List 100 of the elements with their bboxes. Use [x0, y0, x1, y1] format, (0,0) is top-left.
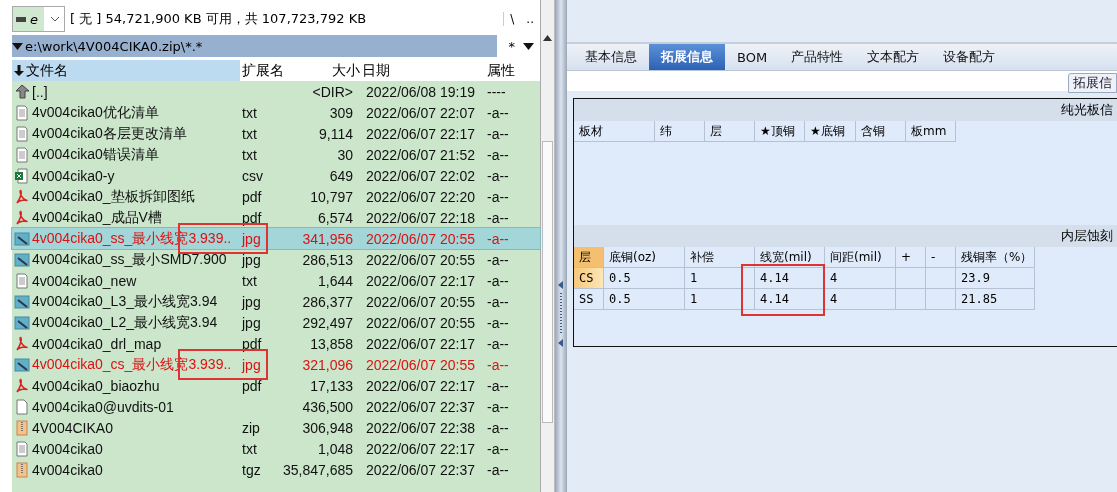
file-date: 2022/06/08 19:19 — [366, 83, 475, 100]
tab[interactable]: 产品特性 — [779, 44, 856, 70]
file-extension: txt — [242, 146, 257, 163]
column-header: 底铜(oz) — [604, 247, 685, 268]
blank-file-icon — [14, 398, 30, 415]
pdf-icon — [14, 209, 30, 226]
file-date: 2022/06/07 22:38 — [366, 419, 475, 436]
file-date: 2022/06/07 22:20 — [366, 188, 475, 205]
file-row[interactable]: 4v004cika0优化清单 txt 309 2022/06/07 22:07 -a-- — [12, 102, 540, 123]
column-header: 板mm — [906, 121, 956, 142]
file-row[interactable]: 4v004cika0_L2_最小线宽3.94 jpg 292,497 2022/06/07 20:55 -a-- — [12, 312, 540, 333]
drive-label: e — [13, 7, 44, 31]
dropdown-icon — [12, 42, 23, 50]
file-size: 1,048 — [317, 440, 353, 457]
file-row[interactable]: [..] <DIR> 2022/06/08 19:19 ---- — [12, 81, 540, 102]
file-date: 2022/06/07 22:18 — [366, 209, 475, 226]
image-file-icon — [14, 251, 30, 268]
file-row[interactable]: 4v004cika0@uvdits-01 436,500 2022/06/07 22:37 -a-- — [12, 396, 540, 417]
tab-button[interactable]: 拓展信 — [1068, 73, 1117, 93]
file-name: 4v004cika0_L2_最小线宽3.94 — [32, 313, 218, 332]
file-size: 6,574 — [317, 209, 353, 226]
column-header[interactable]: 扩展名 — [240, 60, 296, 81]
file-extension: jpg — [242, 230, 261, 247]
file-date: 2022/06/07 22:17 — [366, 272, 475, 289]
file-date: 2022/06/07 20:55 — [366, 251, 475, 268]
drive-selector[interactable]: e — [12, 6, 65, 32]
column-header[interactable]: 属性 — [485, 60, 540, 81]
table-cell: 0.5 — [604, 289, 685, 310]
file-row[interactable]: 4v004cika0_L3_最小线宽3.94 jpg 286,377 2022/06/07 20:55 -a-- — [12, 291, 540, 312]
file-size: 292,497 — [302, 314, 353, 331]
column-header[interactable]: 文件名 — [12, 60, 240, 81]
file-row[interactable]: 4v004cika0_成品V槽 pdf 6,574 2022/06/07 22:18 -a-- — [12, 207, 540, 228]
file-date: 2022/06/07 22:17 — [366, 125, 475, 142]
file-extension: jpg — [242, 251, 261, 268]
column-header: ★顶铜 — [755, 121, 805, 142]
table-cell: 21.85 — [956, 289, 1035, 310]
file-date: 2022/06/07 22:37 — [366, 461, 475, 478]
file-attributes: -a-- — [487, 188, 509, 205]
filter-text[interactable]: * — [508, 38, 515, 54]
file-name: 4v004cika0优化清单 — [32, 103, 159, 122]
tab[interactable]: 设备配方 — [931, 44, 1008, 70]
table-cell: 23.9 — [956, 268, 1035, 289]
column-header: 层 — [574, 247, 604, 268]
column-header: - — [926, 247, 956, 268]
drive-icon — [16, 16, 26, 22]
file-extension: txt — [242, 440, 257, 457]
file-row[interactable]: 4v004cika0_ss_最小SMD7.900 jpg 286,513 2022/06/07 20:55 -a-- — [12, 249, 540, 270]
file-row[interactable]: 4v004cika0错误清单 txt 30 2022/06/07 21:52 -a-- — [12, 144, 540, 165]
image-file-icon — [14, 230, 30, 247]
tab[interactable]: 基本信息 — [573, 44, 649, 70]
file-row[interactable]: 4v004cika0_drl_map pdf 13,858 2022/06/07 22:17 -a-- — [12, 333, 540, 354]
column-header: 间距(mil) — [825, 247, 896, 268]
file-name: 4v004cika0_垫板拆卸图纸 — [32, 187, 195, 206]
file-name: 4v004cika0@uvdits-01 — [32, 398, 174, 415]
dropdown-icon — [50, 16, 60, 22]
file-row[interactable]: 4v004cika0 txt 1,048 2022/06/07 22:17 -a-- — [12, 438, 540, 459]
file-size: 309 — [329, 104, 353, 121]
tab[interactable]: BOM — [725, 44, 780, 70]
file-size: 1,644 — [317, 272, 353, 289]
file-row[interactable]: 4v004cika0_垫板拆卸图纸 pdf 10,797 2022/06/07 22:20 -a-- — [12, 186, 540, 207]
tab[interactable]: 拓展信息 — [649, 44, 725, 70]
file-size: 286,513 — [302, 251, 353, 268]
file-row[interactable]: 4v004cika0 tgz 35,847,685 2022/06/07 22:37 -a-- — [12, 459, 540, 480]
file-attributes: -a-- — [487, 356, 509, 373]
file-name: 4v004cika0_new — [32, 272, 137, 289]
file-name: 4v004cika0_ss_最小SMD7.900 — [32, 250, 227, 269]
column-header[interactable]: 日期 — [360, 60, 485, 81]
file-name: 4V004CIKA0 — [32, 419, 113, 436]
table-cell — [926, 268, 956, 289]
table-cell — [896, 268, 926, 289]
scrollbar[interactable] — [541, 0, 555, 492]
file-extension: tgz — [242, 461, 261, 478]
up-folder-icon — [14, 83, 30, 100]
file-name: 4v004cika0各层更改清单 — [32, 124, 187, 143]
file-size: 341,956 — [302, 230, 353, 247]
column-header: 含铜 — [856, 121, 906, 142]
file-row[interactable]: 4V004CIKA0 zip 306,948 2022/06/07 22:38 -a-- — [12, 417, 540, 438]
file-row[interactable]: 4v004cika0_biaozhu pdf 17,133 2022/06/07 22:17 -a-- — [12, 375, 540, 396]
column-header[interactable]: 大小 — [296, 60, 360, 81]
file-date: 2022/06/07 22:17 — [366, 377, 475, 394]
file-date: 2022/06/07 22:37 — [366, 398, 475, 415]
tab[interactable]: 文本配方 — [855, 44, 932, 70]
file-row[interactable]: 4v004cika0-y csv 649 2022/06/07 22:02 -a-- — [12, 165, 540, 186]
file-size: 35,847,685 — [282, 461, 353, 478]
file-row[interactable]: 4v004cika0_new txt 1,644 2022/06/07 22:17 -a-- — [12, 270, 540, 291]
path-bar[interactable]: e:\work\4V004CIKA0.zip\*.* — [12, 35, 497, 57]
document-icon — [14, 272, 30, 289]
nav-button[interactable]: \ — [510, 12, 515, 26]
file-name: 4v004cika0_biaozhu — [32, 377, 160, 394]
file-name: 4v004cika0_L3_最小线宽3.94 — [32, 292, 218, 311]
document-icon — [14, 440, 30, 457]
nav-button[interactable]: .. — [526, 12, 534, 26]
file-row[interactable]: 4v004cika0各层更改清单 txt 9,114 2022/06/07 22:17 -a-- — [12, 123, 540, 144]
splitter-handle[interactable] — [555, 0, 567, 492]
file-name: 4v004cika0 — [32, 440, 103, 457]
file-size: 306,948 — [302, 419, 353, 436]
sort-arrow-icon — [14, 65, 24, 76]
section-header: 内层蚀刻 — [574, 225, 1117, 247]
dropdown-icon[interactable] — [523, 42, 534, 50]
pdf-icon — [14, 188, 30, 205]
